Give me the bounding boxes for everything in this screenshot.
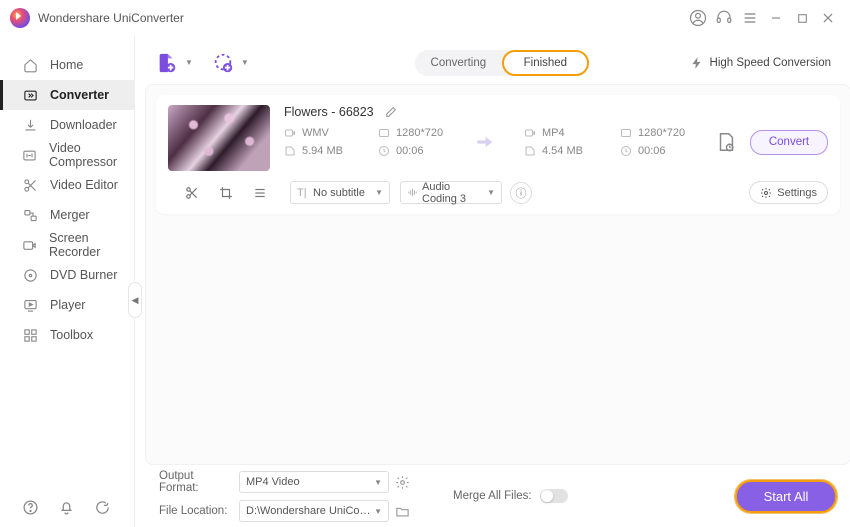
footer: Output Format: MP4 Video▼ File Location:… — [145, 465, 850, 527]
file-title: Flowers - 66823 — [284, 105, 374, 119]
sidebar-item-label: Downloader — [50, 118, 117, 132]
dst-size: 4.54 MB — [524, 145, 590, 157]
sidebar-collapse-button[interactable]: ◀ — [128, 282, 142, 318]
src-resolution: 1280*720 — [378, 127, 444, 139]
format-settings-icon[interactable] — [395, 475, 421, 490]
sidebar-item-label: Player — [50, 298, 85, 312]
scissors-icon — [22, 177, 38, 193]
src-duration: 00:06 — [378, 145, 444, 157]
app-logo-icon — [10, 8, 30, 28]
app-title: Wondershare UniConverter — [38, 11, 184, 25]
sidebar-item-recorder[interactable]: Screen Recorder — [0, 230, 134, 260]
account-icon[interactable] — [686, 6, 710, 30]
titlebar: Wondershare UniConverter — [0, 0, 850, 36]
file-card: Flowers - 66823 WMV 1280*720 5.94 MB 00:… — [156, 95, 840, 214]
trim-icon[interactable] — [185, 186, 199, 200]
sidebar-item-label: Screen Recorder — [49, 231, 134, 259]
sidebar-item-dvd[interactable]: DVD Burner — [0, 260, 134, 290]
compress-icon — [22, 147, 37, 163]
sidebar-item-label: Video Compressor — [49, 141, 134, 169]
sidebar-item-converter[interactable]: Converter — [0, 80, 134, 110]
file-list: Flowers - 66823 WMV 1280*720 5.94 MB 00:… — [145, 84, 850, 465]
sidebar-item-label: DVD Burner — [50, 268, 117, 282]
menu-icon[interactable] — [738, 6, 762, 30]
tab-converting[interactable]: Converting — [415, 50, 502, 76]
add-folder-button[interactable] — [211, 51, 235, 75]
output-preset-icon[interactable] — [712, 128, 740, 156]
sidebar-item-player[interactable]: Player — [0, 290, 134, 320]
help-icon[interactable] — [22, 499, 40, 517]
bolt-icon — [690, 56, 704, 70]
grid-icon — [22, 327, 38, 343]
output-format-dropdown[interactable]: MP4 Video▼ — [239, 471, 389, 493]
audio-icon — [407, 187, 418, 198]
merge-toggle[interactable] — [540, 489, 568, 503]
info-icon[interactable]: ⓘ — [510, 182, 532, 204]
arrow-right-icon — [472, 132, 496, 152]
sidebar-item-toolbox[interactable]: Toolbox — [0, 320, 134, 350]
video-thumbnail[interactable] — [168, 105, 270, 171]
status-tabs: Converting Finished — [415, 50, 589, 76]
sidebar-item-downloader[interactable]: Downloader — [0, 110, 134, 140]
sidebar-item-editor[interactable]: Video Editor — [0, 170, 134, 200]
output-format-label: Output Format: — [159, 470, 233, 494]
sidebar-item-merger[interactable]: Merger — [0, 200, 134, 230]
sidebar-item-label: Home — [50, 58, 83, 72]
open-folder-icon[interactable] — [395, 504, 421, 519]
bell-icon[interactable] — [58, 499, 76, 517]
chevron-down-icon[interactable]: ▼ — [241, 58, 249, 67]
file-location-label: File Location: — [159, 505, 233, 517]
audio-dropdown[interactable]: Audio Coding 3 ▼ — [400, 181, 502, 204]
subtitle-value: No subtitle — [313, 187, 365, 199]
disc-icon — [22, 267, 38, 283]
convert-button[interactable]: Convert — [750, 130, 828, 155]
support-icon[interactable] — [712, 6, 736, 30]
sidebar-item-home[interactable]: Home — [0, 50, 134, 80]
download-icon — [22, 117, 38, 133]
play-icon — [22, 297, 38, 313]
merge-all-control: Merge All Files: — [453, 489, 568, 503]
sidebar-item-label: Video Editor — [50, 178, 118, 192]
dst-duration: 00:06 — [620, 145, 686, 157]
close-button[interactable] — [816, 6, 840, 30]
src-size: 5.94 MB — [284, 145, 350, 157]
home-icon — [22, 57, 38, 73]
high-speed-toggle[interactable]: High Speed Conversion — [680, 52, 841, 74]
sidebar-item-label: Merger — [50, 208, 90, 222]
toolbar: ▼ ▼ Converting Finished High Speed Conve… — [145, 36, 850, 80]
dst-resolution: 1280*720 — [620, 127, 686, 139]
minimize-button[interactable] — [764, 6, 788, 30]
content: ◀ ▼ ▼ Converting Finished High Speed Con… — [135, 36, 850, 527]
file-location-dropdown[interactable]: D:\Wondershare UniConverter▼ — [239, 500, 389, 522]
record-icon — [22, 237, 37, 253]
merge-icon — [22, 207, 38, 223]
settings-label: Settings — [777, 187, 817, 199]
dst-format: MP4 — [524, 127, 590, 139]
subtitle-dropdown[interactable]: T| No subtitle ▼ — [290, 181, 390, 204]
subtitle-icon: T| — [297, 187, 309, 199]
tab-finished[interactable]: Finished — [502, 50, 589, 76]
sidebar-item-compressor[interactable]: Video Compressor — [0, 140, 134, 170]
crop-icon[interactable] — [219, 186, 233, 200]
src-format: WMV — [284, 127, 350, 139]
gear-icon — [760, 187, 772, 199]
effects-icon[interactable] — [253, 186, 267, 200]
converter-icon — [22, 87, 38, 103]
sidebar: Home Converter Downloader Video Compress… — [0, 36, 135, 527]
feedback-icon[interactable] — [94, 499, 112, 517]
chevron-down-icon[interactable]: ▼ — [185, 58, 193, 67]
audio-value: Audio Coding 3 — [422, 181, 483, 205]
edit-title-icon[interactable] — [384, 106, 397, 119]
add-file-button[interactable] — [155, 51, 179, 75]
sidebar-item-label: Converter — [50, 88, 109, 102]
start-all-button[interactable]: Start All — [735, 480, 837, 513]
sidebar-item-label: Toolbox — [50, 328, 93, 342]
maximize-button[interactable] — [790, 6, 814, 30]
high-speed-label: High Speed Conversion — [710, 57, 831, 69]
settings-button[interactable]: Settings — [749, 181, 828, 204]
merge-label: Merge All Files: — [453, 490, 532, 502]
